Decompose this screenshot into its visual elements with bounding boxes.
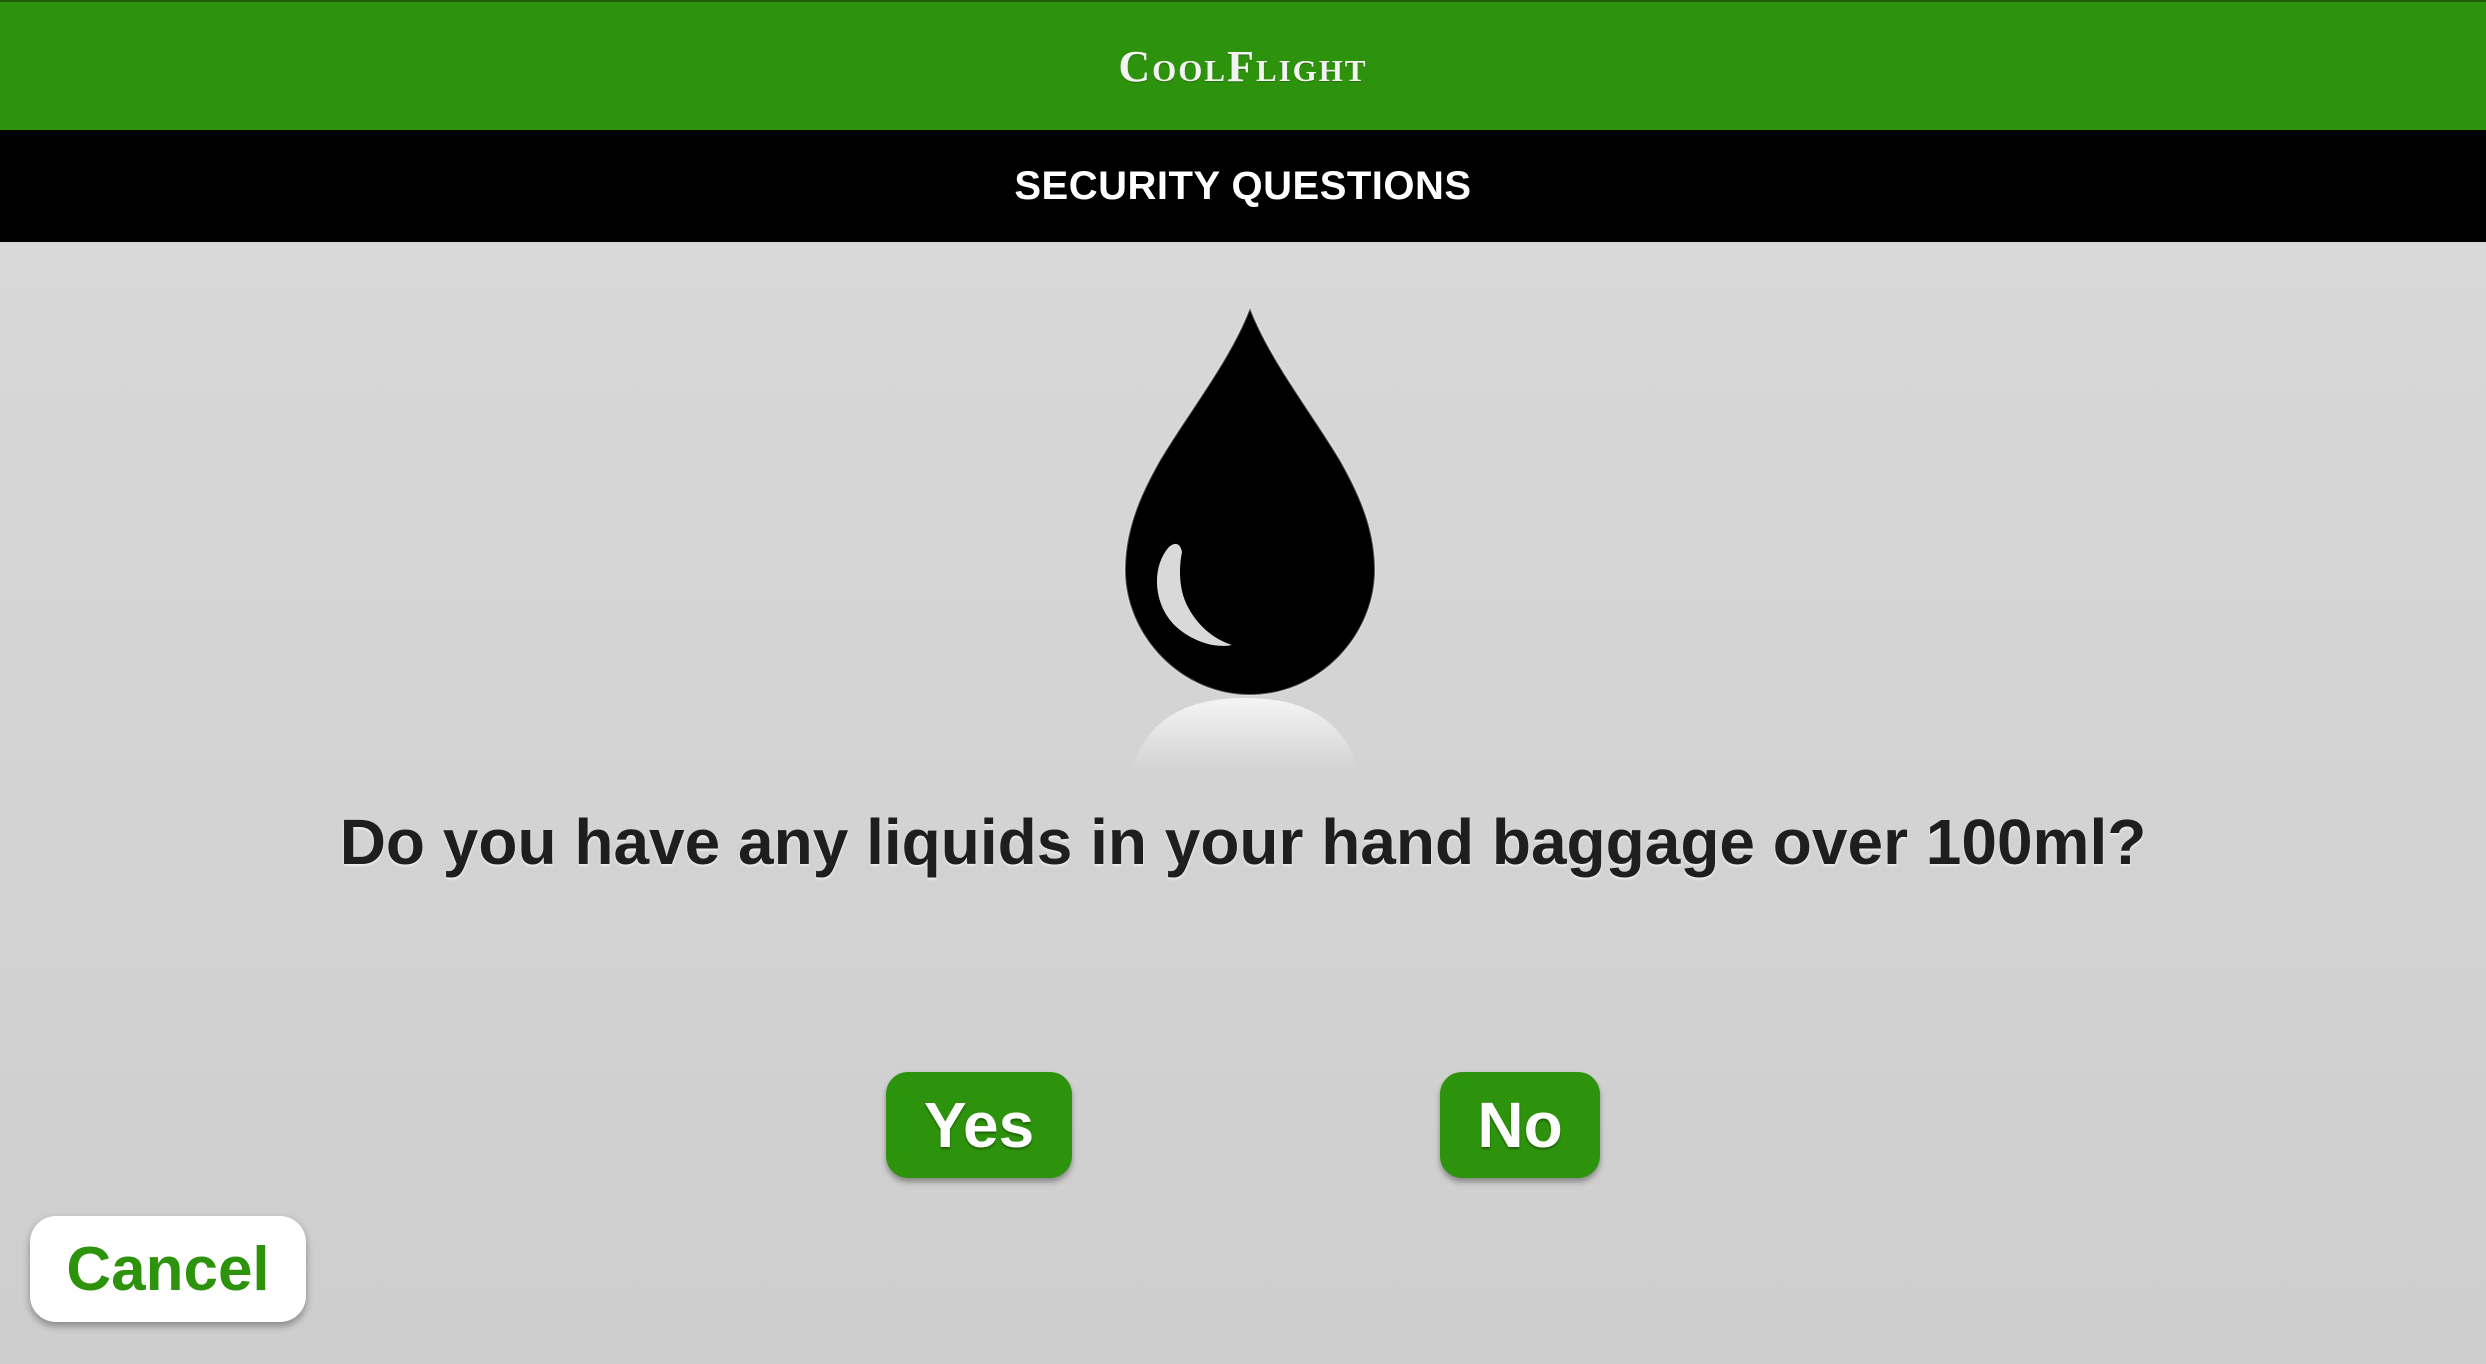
app-header: CoolFlight — [0, 0, 2486, 130]
yes-button[interactable]: Yes — [886, 1072, 1072, 1178]
section-bar: SECURITY QUESTIONS — [0, 130, 2486, 242]
water-drop-icon — [1110, 290, 1380, 770]
no-button[interactable]: No — [1440, 1072, 1600, 1178]
question-text: Do you have any liquids in your hand bag… — [339, 806, 2147, 878]
app-title: CoolFlight — [1118, 41, 1368, 91]
cancel-button[interactable]: Cancel — [30, 1216, 306, 1322]
section-title: SECURITY QUESTIONS — [1014, 163, 1472, 208]
